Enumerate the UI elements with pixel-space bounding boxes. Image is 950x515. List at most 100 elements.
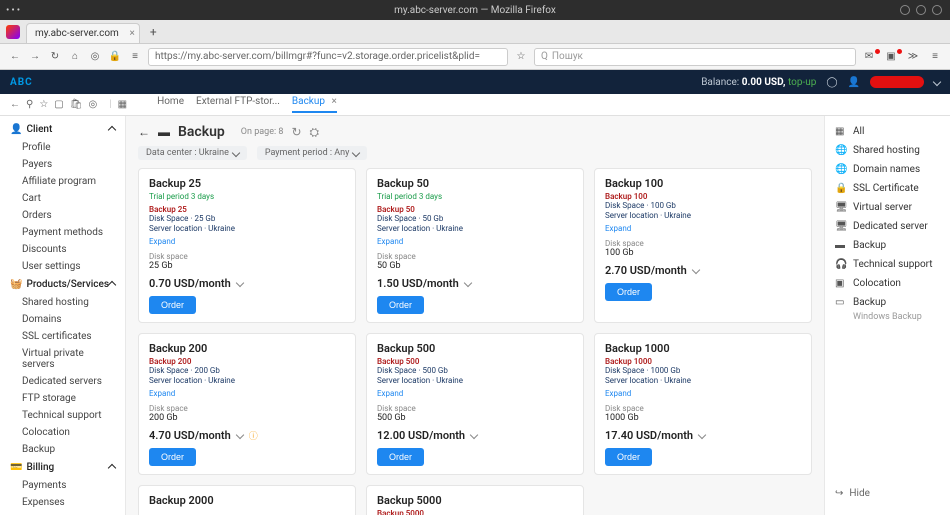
order-button[interactable]: Order bbox=[377, 448, 424, 466]
order-button[interactable]: Order bbox=[149, 296, 196, 314]
price-dropdown-icon[interactable] bbox=[464, 279, 472, 287]
plan-spec-name: Backup 200 bbox=[149, 357, 345, 366]
nav-client-item[interactable]: Payers bbox=[0, 156, 125, 173]
nav-client-item[interactable]: Orders bbox=[0, 207, 125, 224]
nav-products-item[interactable]: Backup bbox=[0, 441, 125, 458]
right-nav-sub-item[interactable]: Windows Backup bbox=[825, 312, 950, 322]
warning-icon[interactable]: ⓘ bbox=[249, 429, 258, 442]
inbox-icon[interactable]: ✉ bbox=[862, 51, 876, 62]
hide-panel-button[interactable]: ↪ Hide bbox=[825, 482, 950, 505]
extension-icon[interactable]: ▣ bbox=[884, 51, 898, 62]
user-menu[interactable] bbox=[870, 76, 924, 88]
collapse-icon[interactable] bbox=[108, 463, 116, 471]
price-dropdown-icon[interactable] bbox=[236, 279, 244, 287]
address-bar[interactable]: https://my.abc-server.com/billmgr#?func=… bbox=[148, 48, 508, 66]
filter-period[interactable]: Payment period : Any bbox=[257, 146, 368, 160]
settings-icon[interactable]: ⛭ bbox=[310, 125, 320, 140]
nav-home-button[interactable]: ⌂ bbox=[68, 51, 82, 62]
right-nav-item[interactable]: ▣Colocation bbox=[825, 274, 950, 293]
order-button[interactable]: Order bbox=[149, 448, 196, 466]
pin-icon[interactable]: ⚲ bbox=[26, 99, 33, 110]
shield-icon[interactable]: ◎ bbox=[88, 51, 102, 62]
nav-back-button[interactable]: ← bbox=[8, 51, 22, 62]
right-nav-item[interactable]: 🖥Dedicated server bbox=[825, 217, 950, 236]
price-dropdown-icon[interactable] bbox=[236, 431, 244, 439]
os-max-icon[interactable] bbox=[916, 5, 926, 15]
nav-client-item[interactable]: Affiliate program bbox=[0, 173, 125, 190]
expand-link[interactable]: Expand bbox=[377, 237, 573, 246]
nav-products-item[interactable]: SSL certificates bbox=[0, 328, 125, 345]
expand-link[interactable]: Expand bbox=[149, 389, 345, 398]
permission-icon[interactable]: ≡ bbox=[128, 51, 142, 62]
page-back-button[interactable]: ← bbox=[138, 125, 150, 139]
right-nav-item[interactable]: ▬Backup bbox=[825, 236, 950, 255]
nav-reload-button[interactable]: ↻ bbox=[48, 51, 62, 62]
order-button[interactable]: Order bbox=[605, 283, 652, 301]
breadcrumb-external[interactable]: External FTP-stor... bbox=[196, 96, 280, 113]
right-nav-item[interactable]: 🎧Technical support bbox=[825, 255, 950, 274]
right-nav-item[interactable]: ▦All bbox=[825, 122, 950, 141]
nav-group-products[interactable]: 🧺Products/Services bbox=[0, 275, 125, 294]
os-menu-dots[interactable]: ••• bbox=[6, 5, 22, 16]
grid-icon[interactable]: ▦ bbox=[118, 99, 127, 110]
nav-products-item[interactable]: Domains bbox=[0, 311, 125, 328]
nav-client-item[interactable]: User settings bbox=[0, 258, 125, 275]
nav-products-item[interactable]: FTP storage bbox=[0, 390, 125, 407]
expand-link[interactable]: Expand bbox=[377, 389, 573, 398]
nav-client-item[interactable]: Cart bbox=[0, 190, 125, 207]
right-nav-item[interactable]: 🌐Domain names bbox=[825, 160, 950, 179]
collapse-icon[interactable] bbox=[108, 125, 116, 133]
os-min-icon[interactable] bbox=[900, 5, 910, 15]
box-icon[interactable]: ▢ bbox=[54, 99, 63, 110]
nav-products-item[interactable]: Virtual private servers bbox=[0, 345, 125, 373]
os-close-icon[interactable] bbox=[932, 5, 942, 15]
breadcrumb-close-icon[interactable]: × bbox=[332, 96, 337, 107]
price-dropdown-icon[interactable] bbox=[698, 431, 706, 439]
browser-tab[interactable]: my.abc-server.com × bbox=[26, 23, 140, 43]
user-menu-chevron-icon[interactable] bbox=[933, 78, 941, 86]
nav-products-item[interactable]: Colocation bbox=[0, 424, 125, 441]
star-icon[interactable]: ☆ bbox=[39, 99, 48, 110]
right-nav-item[interactable]: 🌐Shared hosting bbox=[825, 141, 950, 160]
breadcrumb-current[interactable]: Backup × bbox=[292, 96, 337, 113]
tab-close-icon[interactable]: × bbox=[129, 28, 134, 39]
overflow-menu-icon[interactable]: ≫ bbox=[906, 51, 920, 62]
hamburger-menu-icon[interactable]: ≡ bbox=[928, 51, 942, 62]
filter-datacenter[interactable]: Data center : Ukraine bbox=[138, 146, 247, 160]
nav-client-item[interactable]: Payment methods bbox=[0, 224, 125, 241]
nav-client-item[interactable]: Discounts bbox=[0, 241, 125, 258]
notification-icon[interactable]: ◯ bbox=[826, 77, 837, 88]
order-button[interactable]: Order bbox=[377, 296, 424, 314]
user-icon[interactable]: 👤 bbox=[848, 77, 860, 88]
breadcrumb-home[interactable]: Home bbox=[157, 96, 184, 113]
help-icon[interactable]: ◎ bbox=[88, 99, 97, 110]
nav-billing-item[interactable]: Expenses bbox=[0, 494, 125, 511]
nav-billing-item[interactable]: Payments bbox=[0, 477, 125, 494]
topup-link[interactable]: top-up bbox=[788, 77, 816, 88]
right-nav-item[interactable]: 🔒SSL Certificate bbox=[825, 179, 950, 198]
nav-products-item[interactable]: Technical support bbox=[0, 407, 125, 424]
collapse-icon[interactable] bbox=[108, 280, 116, 288]
bookmark-star-icon[interactable]: ☆ bbox=[514, 51, 528, 62]
price-dropdown-icon[interactable] bbox=[470, 431, 478, 439]
expand-link[interactable]: Expand bbox=[605, 389, 801, 398]
nav-group-billing[interactable]: 💳Billing bbox=[0, 458, 125, 477]
search-bar[interactable]: Q Пошук bbox=[534, 48, 856, 66]
expand-link[interactable]: Expand bbox=[149, 237, 345, 246]
price-dropdown-icon[interactable] bbox=[692, 266, 700, 274]
right-nav-backup-active[interactable]: ▭ Backup bbox=[825, 293, 950, 312]
brand-logo[interactable]: ABC bbox=[10, 77, 33, 88]
nav-back-small-icon[interactable]: ← bbox=[10, 99, 20, 110]
nav-group-client[interactable]: 👤Client bbox=[0, 120, 125, 139]
right-nav-item[interactable]: 🖥Virtual server bbox=[825, 198, 950, 217]
nav-products-item[interactable]: Shared hosting bbox=[0, 294, 125, 311]
expand-link[interactable]: Expand bbox=[605, 224, 801, 233]
nav-client-item[interactable]: Profile bbox=[0, 139, 125, 156]
new-tab-button[interactable]: + bbox=[144, 25, 163, 39]
order-button[interactable]: Order bbox=[605, 448, 652, 466]
nav-products-item[interactable]: Dedicated servers bbox=[0, 373, 125, 390]
plan-disk-line: Disk Space · 200 Gb bbox=[149, 366, 345, 376]
cart-icon[interactable]: 🛍 bbox=[70, 99, 83, 110]
nav-forward-button[interactable]: → bbox=[28, 51, 42, 62]
refresh-icon[interactable]: ↻ bbox=[291, 125, 301, 139]
